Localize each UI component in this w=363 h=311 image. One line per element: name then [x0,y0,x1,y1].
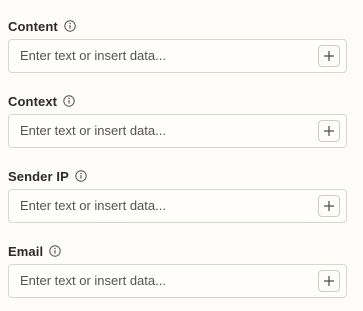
sender-ip-input-placeholder: Enter text or insert data... [20,198,166,213]
plus-icon [324,51,334,61]
email-input[interactable]: Enter text or insert data... [8,264,347,298]
email-label: Email [8,241,61,261]
sender-ip-input[interactable]: Enter text or insert data... [8,189,347,223]
info-icon[interactable] [63,95,75,107]
context-input[interactable]: Enter text or insert data... [8,114,347,148]
context-label: Context [8,91,75,111]
sender-ip-label: Sender IP [8,166,87,186]
context-label-text: Context [8,93,58,109]
plus-icon [324,276,334,286]
content-label-text: Content [8,18,58,34]
sender-ip-insert-data-button[interactable] [318,195,340,217]
info-icon[interactable] [49,245,61,257]
content-label: Content [8,16,76,36]
email-insert-data-button[interactable] [318,270,340,292]
sender-ip-label-text: Sender IP [8,168,69,184]
email-label-text: Email [8,243,44,259]
field-form: Content Enter text or insert data... Con… [0,0,363,311]
content-insert-data-button[interactable] [318,45,340,67]
plus-icon [324,201,334,211]
plus-icon [324,126,334,136]
content-input[interactable]: Enter text or insert data... [8,39,347,73]
content-input-placeholder: Enter text or insert data... [20,48,166,63]
info-icon[interactable] [64,20,76,32]
context-input-placeholder: Enter text or insert data... [20,123,166,138]
context-insert-data-button[interactable] [318,120,340,142]
email-input-placeholder: Enter text or insert data... [20,273,166,288]
info-icon[interactable] [75,170,87,182]
